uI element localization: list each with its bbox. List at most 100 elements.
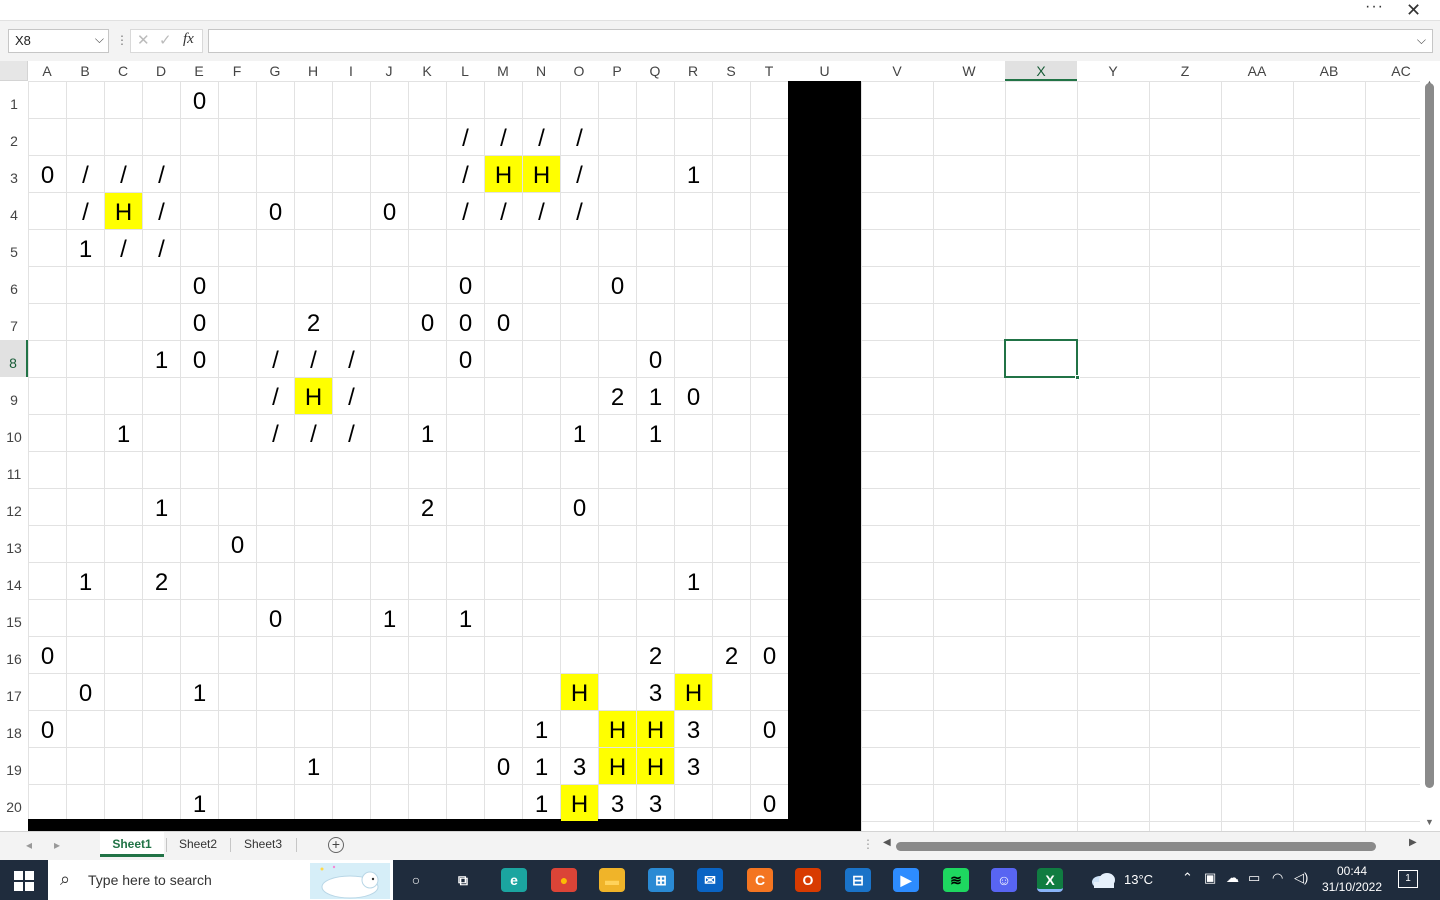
cell-m2[interactable]: / xyxy=(485,119,522,155)
column-header-z[interactable]: Z xyxy=(1149,61,1221,81)
cell-n19[interactable]: 1 xyxy=(523,748,560,784)
cell-b5[interactable]: 1 xyxy=(67,230,104,266)
cell-o20[interactable]: H xyxy=(561,785,598,821)
cell-g9[interactable]: / xyxy=(257,378,294,414)
cell-e6[interactable]: 0 xyxy=(181,267,218,303)
cell-r19[interactable]: 3 xyxy=(675,748,712,784)
cell-t16[interactable]: 0 xyxy=(751,637,788,673)
formula-bar-grip-icon[interactable]: ⋮ xyxy=(116,33,128,47)
cell-f13[interactable]: 0 xyxy=(219,526,256,562)
cell-o10[interactable]: 1 xyxy=(561,415,598,451)
cell-q8[interactable]: 0 xyxy=(637,341,674,377)
cell-n2[interactable]: / xyxy=(523,119,560,155)
row-header-11[interactable]: 11 xyxy=(0,451,28,488)
weather-temperature[interactable]: 13°C xyxy=(1124,872,1153,887)
cell-d14[interactable]: 2 xyxy=(143,563,180,599)
cell-r18[interactable]: 3 xyxy=(675,711,712,747)
cell-q16[interactable]: 2 xyxy=(637,637,674,673)
mail-icon[interactable]: ✉ xyxy=(697,868,723,892)
cell-e17[interactable]: 1 xyxy=(181,674,218,710)
row-header-6[interactable]: 6 xyxy=(0,266,28,303)
column-header-c[interactable]: C xyxy=(104,61,142,81)
column-header-o[interactable]: O xyxy=(560,61,598,81)
cell-h19[interactable]: 1 xyxy=(295,748,332,784)
column-header-t[interactable]: T xyxy=(750,61,788,81)
cell-c3[interactable]: / xyxy=(105,156,142,192)
fill-handle[interactable] xyxy=(1075,375,1080,380)
active-cell-outline[interactable] xyxy=(1004,339,1080,380)
tab-sheet3[interactable]: Sheet3 xyxy=(233,832,293,857)
cell-q9[interactable]: 1 xyxy=(637,378,674,414)
cortana-icon[interactable]: ○ xyxy=(403,868,429,892)
insert-function-icon[interactable]: fx xyxy=(183,31,194,48)
scroll-left-icon[interactable]: ◀ xyxy=(883,837,891,848)
cell-o2[interactable]: / xyxy=(561,119,598,155)
windows-start-icon[interactable] xyxy=(14,871,34,891)
chrome-icon[interactable]: ● xyxy=(551,868,577,892)
cell-s16[interactable]: 2 xyxy=(713,637,750,673)
cell-n4[interactable]: / xyxy=(523,193,560,229)
cell-e7[interactable]: 0 xyxy=(181,304,218,340)
cell-r17[interactable]: H xyxy=(675,674,712,710)
cell-e20[interactable]: 1 xyxy=(181,785,218,821)
cell-o19[interactable]: 3 xyxy=(561,748,598,784)
cell-o17[interactable]: H xyxy=(561,674,598,710)
row-header-2[interactable]: 2 xyxy=(0,118,28,155)
prev-sheet-icon[interactable]: ◂ xyxy=(26,838,32,852)
cell-q10[interactable]: 1 xyxy=(637,415,674,451)
cell-b17[interactable]: 0 xyxy=(67,674,104,710)
cell-d3[interactable]: / xyxy=(143,156,180,192)
cell-q17[interactable]: 3 xyxy=(637,674,674,710)
cell-p19[interactable]: H xyxy=(599,748,636,784)
column-header-f[interactable]: F xyxy=(218,61,256,81)
scroll-right-icon[interactable]: ▶ xyxy=(1409,837,1417,848)
cell-a16[interactable]: 0 xyxy=(29,637,66,673)
cell-l4[interactable]: / xyxy=(447,193,484,229)
cell-g4[interactable]: 0 xyxy=(257,193,294,229)
scroll-down-icon[interactable]: ▼ xyxy=(1425,817,1434,827)
column-header-d[interactable]: D xyxy=(142,61,180,81)
chevron-up-icon[interactable]: ⌃ xyxy=(1182,870,1193,886)
cell-g15[interactable]: 0 xyxy=(257,600,294,636)
cell-c10[interactable]: 1 xyxy=(105,415,142,451)
column-header-g[interactable]: G xyxy=(256,61,294,81)
cell-i8[interactable]: / xyxy=(333,341,370,377)
notification-center-icon[interactable]: 1 xyxy=(1398,870,1418,888)
cell-r9[interactable]: 0 xyxy=(675,378,712,414)
cell-m7[interactable]: 0 xyxy=(485,304,522,340)
taskbar-search[interactable]: ⌕ Type here to search xyxy=(48,860,393,900)
cell-i10[interactable]: / xyxy=(333,415,370,451)
cell-e1[interactable]: 0 xyxy=(181,82,218,118)
discord-icon[interactable]: ☺ xyxy=(991,868,1017,892)
polar-bear-search-highlight-icon[interactable] xyxy=(310,863,390,899)
select-all-corner[interactable] xyxy=(0,61,28,81)
cell-q20[interactable]: 3 xyxy=(637,785,674,821)
expand-formula-bar-icon[interactable]: ⌵ xyxy=(1417,33,1426,48)
cell-o3[interactable]: / xyxy=(561,156,598,192)
cell-t18[interactable]: 0 xyxy=(751,711,788,747)
cell-i9[interactable]: / xyxy=(333,378,370,414)
cell-b4[interactable]: / xyxy=(67,193,104,229)
worksheet-grid[interactable]: A B C D E F G H I J K L M N O P Q R S T U V W X Y Z AA AB AC 1234567… xyxy=(0,61,1440,831)
column-header-v[interactable]: V xyxy=(861,61,933,81)
add-sheet-button[interactable]: + xyxy=(328,837,344,853)
cell-c4[interactable]: H xyxy=(105,193,142,229)
cell-l8[interactable]: 0 xyxy=(447,341,484,377)
cell-p9[interactable]: 2 xyxy=(599,378,636,414)
cell-h7[interactable]: 2 xyxy=(295,304,332,340)
column-header-ab[interactable]: AB xyxy=(1293,61,1365,81)
cell-d8[interactable]: 1 xyxy=(143,341,180,377)
cell-l3[interactable]: / xyxy=(447,156,484,192)
formula-input[interactable]: ⌵ xyxy=(208,29,1433,53)
row-header-4[interactable]: 4 xyxy=(0,192,28,229)
next-sheet-icon[interactable]: ▸ xyxy=(54,838,60,852)
row-header-12[interactable]: 12 xyxy=(0,488,28,525)
horizontal-scrollbar[interactable]: ◀ ▶ xyxy=(880,836,1425,854)
cell-c5[interactable]: / xyxy=(105,230,142,266)
column-header-s[interactable]: S xyxy=(712,61,750,81)
more-options-icon[interactable]: ··· xyxy=(1365,0,1384,16)
cell-l6[interactable]: 0 xyxy=(447,267,484,303)
row-header-21[interactable]: 21 xyxy=(0,821,28,831)
column-header-b[interactable]: B xyxy=(66,61,104,81)
calculator-store-icon[interactable]: ⊟ xyxy=(845,868,871,892)
